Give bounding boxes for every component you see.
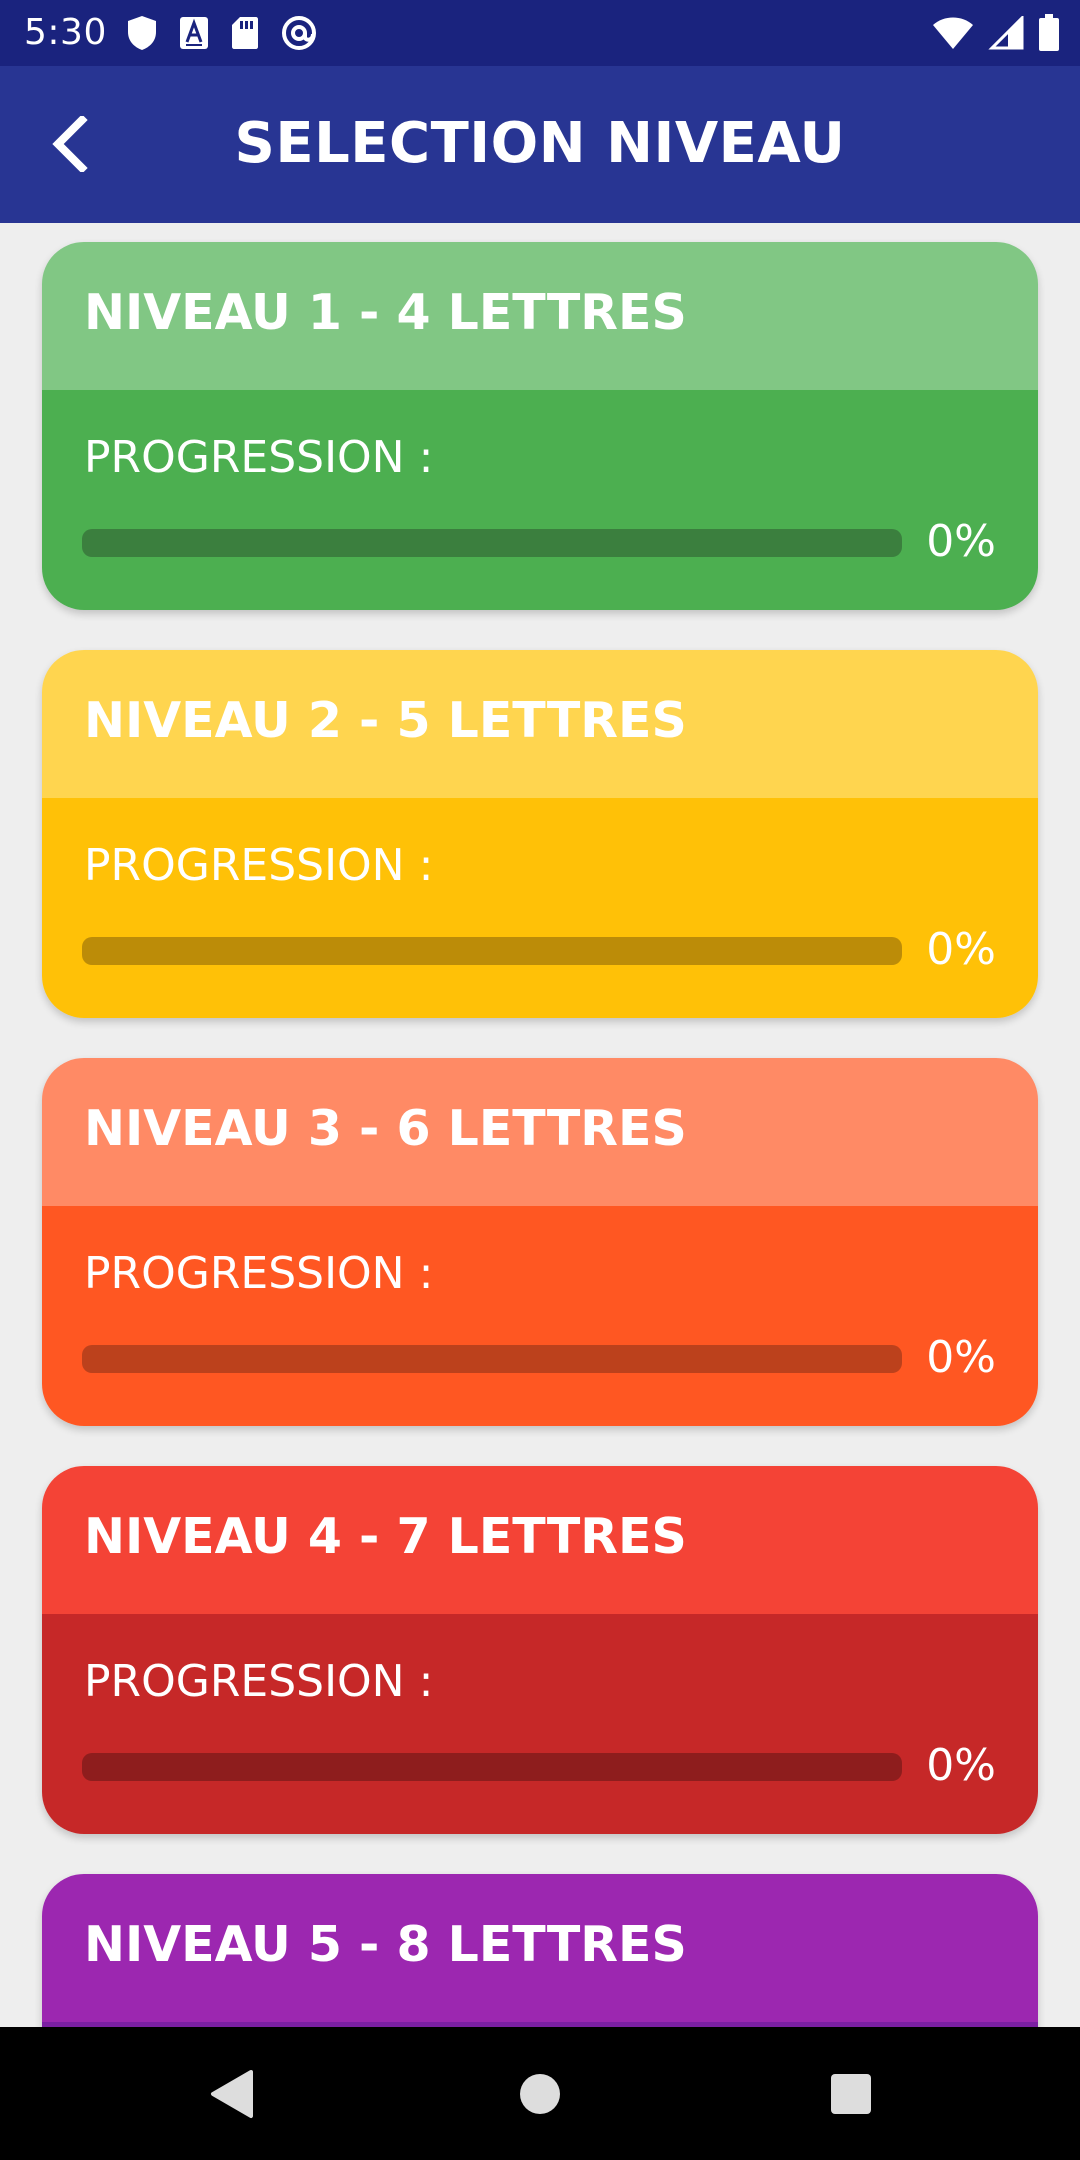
level-card-body: PROGRESSION : 0%	[42, 798, 1038, 1018]
nav-recents-button[interactable]	[818, 2061, 884, 2127]
recents-square-icon	[831, 2074, 871, 2114]
level-card-5[interactable]: NIVEAU 5 - 8 LETTRES	[42, 1874, 1038, 2027]
home-circle-icon	[520, 2074, 560, 2114]
level-card-body: PROGRESSION : 0%	[42, 390, 1038, 610]
progress-value: 0%	[926, 516, 996, 567]
navigation-bar	[0, 2027, 1080, 2160]
progress-label: PROGRESSION :	[84, 840, 434, 891]
progress-bar	[82, 1753, 902, 1781]
level-card-body: PROGRESSION : 0%	[42, 1614, 1038, 1834]
level-card-header: NIVEAU 4 - 7 LETTRES	[42, 1466, 1038, 1614]
progress-bar	[82, 1345, 902, 1373]
font-a-icon	[180, 17, 208, 49]
back-triangle-icon	[211, 2070, 253, 2118]
level-card-4[interactable]: NIVEAU 4 - 7 LETTRES PROGRESSION : 0%	[42, 1466, 1038, 1834]
status-time: 5:30	[24, 12, 107, 53]
level-card-3[interactable]: NIVEAU 3 - 6 LETTRES PROGRESSION : 0%	[42, 1058, 1038, 1426]
level-card-body: PROGRESSION : 0%	[42, 1206, 1038, 1426]
level-title: NIVEAU 5 - 8 LETTRES	[84, 1916, 687, 1973]
battery-icon	[1039, 14, 1059, 51]
level-title: NIVEAU 1 - 4 LETTRES	[84, 284, 687, 341]
shield-icon	[128, 16, 156, 50]
status-bar: 5:30	[0, 0, 1080, 66]
level-title: NIVEAU 3 - 6 LETTRES	[84, 1100, 687, 1157]
level-title: NIVEAU 4 - 7 LETTRES	[84, 1508, 687, 1565]
app-bar: SELECTION NIVEAU	[0, 66, 1080, 223]
page-title: SELECTION NIVEAU	[234, 111, 846, 176]
progress-label: PROGRESSION :	[84, 1656, 434, 1707]
progress-bar	[82, 937, 902, 965]
wifi-icon	[933, 17, 973, 49]
level-card-header: NIVEAU 5 - 8 LETTRES	[42, 1874, 1038, 2022]
nav-home-button[interactable]	[507, 2061, 573, 2127]
level-card-2[interactable]: NIVEAU 2 - 5 LETTRES PROGRESSION : 0%	[42, 650, 1038, 1018]
screen: 5:30 SELECTION NIVEAU NIVEAU 1 - 4 LETTR…	[0, 0, 1080, 2160]
level-card-header: NIVEAU 2 - 5 LETTRES	[42, 650, 1038, 798]
progress-value: 0%	[926, 1332, 996, 1383]
nav-back-button[interactable]	[198, 2061, 264, 2127]
level-card-1[interactable]: NIVEAU 1 - 4 LETTRES PROGRESSION : 0%	[42, 242, 1038, 610]
progress-value: 0%	[926, 924, 996, 975]
level-card-header: NIVEAU 3 - 6 LETTRES	[42, 1058, 1038, 1206]
status-icons-left	[126, 12, 318, 54]
level-title: NIVEAU 2 - 5 LETTRES	[84, 692, 687, 749]
cellular-signal-icon	[988, 16, 1024, 50]
level-list[interactable]: NIVEAU 1 - 4 LETTRES PROGRESSION : 0% NI…	[0, 223, 1080, 2027]
progress-label: PROGRESSION :	[84, 432, 434, 483]
progress-bar	[82, 529, 902, 557]
level-card-header: NIVEAU 1 - 4 LETTRES	[42, 242, 1038, 390]
status-icons-right	[932, 12, 1060, 54]
progress-label: PROGRESSION :	[84, 1248, 434, 1299]
progress-value: 0%	[926, 1740, 996, 1791]
sd-card-icon	[232, 17, 258, 49]
at-sign-icon	[282, 16, 316, 50]
